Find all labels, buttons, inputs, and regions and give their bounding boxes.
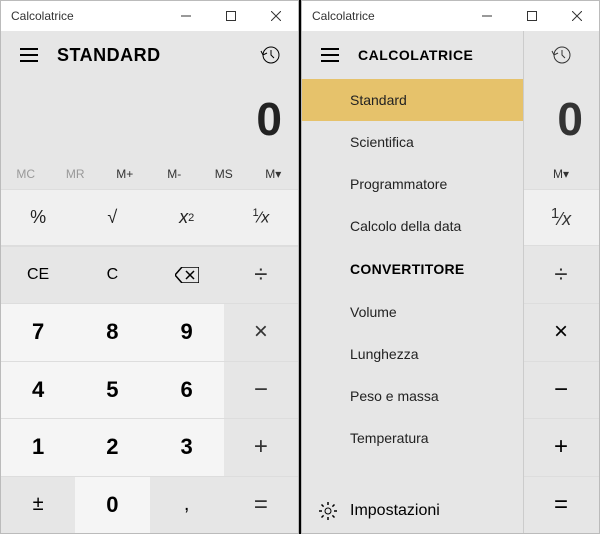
nav-header: CALCOLATRICE bbox=[302, 31, 523, 79]
key-7[interactable]: 7 bbox=[1, 303, 75, 361]
key-5[interactable]: 5 bbox=[75, 361, 149, 419]
sqrt-button[interactable]: √ bbox=[75, 190, 149, 245]
close-button[interactable] bbox=[554, 1, 599, 31]
decimal-button[interactable]: , bbox=[150, 476, 224, 534]
nav-panel: CALCOLATRICE Standard Scientifica Progra… bbox=[302, 31, 524, 533]
key-9[interactable]: 9 bbox=[150, 303, 224, 361]
negate-button[interactable]: ± bbox=[1, 476, 75, 534]
window-title: Calcolatrice bbox=[11, 9, 163, 23]
minus-button[interactable]: − bbox=[224, 361, 298, 419]
titlebar: Calcolatrice bbox=[1, 1, 298, 31]
key-3[interactable]: 3 bbox=[150, 418, 224, 476]
memory-add[interactable]: M+ bbox=[100, 159, 150, 189]
memory-store[interactable]: MS bbox=[199, 159, 249, 189]
memory-dropdown[interactable]: M▾ bbox=[249, 159, 299, 189]
key-4[interactable]: 4 bbox=[1, 361, 75, 419]
nav-item-standard[interactable]: Standard bbox=[302, 79, 523, 121]
memory-recall[interactable]: MR bbox=[51, 159, 101, 189]
multiply-button[interactable]: × bbox=[523, 303, 599, 361]
clear-entry-button[interactable]: CE bbox=[1, 246, 75, 303]
close-button[interactable] bbox=[253, 1, 298, 31]
percent-button[interactable]: % bbox=[1, 190, 75, 245]
memory-subtract[interactable]: M- bbox=[150, 159, 200, 189]
display: 0 bbox=[523, 79, 599, 159]
minus-button[interactable]: − bbox=[523, 361, 599, 419]
maximize-button[interactable] bbox=[208, 1, 253, 31]
plus-button[interactable]: + bbox=[523, 418, 599, 476]
equals-button[interactable]: = bbox=[224, 476, 298, 534]
header: STANDARD bbox=[1, 31, 298, 79]
function-row: % √ x2 1⁄x bbox=[1, 189, 298, 245]
divide-button[interactable]: ÷ bbox=[224, 246, 298, 303]
key-6[interactable]: 6 bbox=[150, 361, 224, 419]
maximize-button[interactable] bbox=[509, 1, 554, 31]
divide-button[interactable]: ÷ bbox=[523, 245, 599, 303]
key-8[interactable]: 8 bbox=[75, 303, 149, 361]
nav-item-length[interactable]: Lunghezza bbox=[302, 333, 523, 375]
nav-item-volume[interactable]: Volume bbox=[302, 291, 523, 333]
memory-row: MC MR M+ M- MS M▾ bbox=[1, 159, 298, 189]
key-2[interactable]: 2 bbox=[75, 418, 149, 476]
square-button[interactable]: x2 bbox=[150, 190, 224, 245]
history-icon[interactable] bbox=[523, 31, 599, 79]
nav-settings-label: Impostazioni bbox=[350, 502, 440, 520]
mode-title: STANDARD bbox=[57, 45, 250, 66]
keypad: 7 8 9 × 4 5 6 − 1 2 3 + ± 0 , = bbox=[1, 303, 298, 533]
nav-section-calculator: CALCOLATRICE bbox=[358, 47, 515, 63]
reciprocal-button[interactable]: 1⁄x bbox=[224, 190, 298, 245]
plus-button[interactable]: + bbox=[224, 418, 298, 476]
history-icon[interactable] bbox=[250, 35, 290, 75]
clear-row: CE C ÷ bbox=[1, 245, 298, 303]
multiply-button[interactable]: × bbox=[224, 303, 298, 361]
nav-item-programmer[interactable]: Programmatore bbox=[302, 163, 523, 205]
memory-dropdown[interactable]: M▾ bbox=[523, 159, 599, 189]
window-title: Calcolatrice bbox=[312, 9, 464, 23]
backspace-button[interactable] bbox=[150, 246, 224, 303]
display: 0 bbox=[1, 79, 298, 159]
reciprocal-button[interactable]: 1⁄x bbox=[523, 189, 599, 245]
clear-button[interactable]: C bbox=[75, 246, 149, 303]
gear-icon bbox=[318, 501, 338, 521]
titlebar: Calcolatrice bbox=[302, 1, 599, 31]
hamburger-icon[interactable] bbox=[310, 35, 350, 75]
equals-button[interactable]: = bbox=[523, 476, 599, 534]
nav-item-weight[interactable]: Peso e massa bbox=[302, 375, 523, 417]
key-1[interactable]: 1 bbox=[1, 418, 75, 476]
key-0[interactable]: 0 bbox=[75, 476, 149, 534]
memory-clear[interactable]: MC bbox=[1, 159, 51, 189]
minimize-button[interactable] bbox=[464, 1, 509, 31]
calculator-window-menu: Calcolatrice CALCOLATRICE Standard Scien… bbox=[301, 0, 600, 534]
nav-item-scientific[interactable]: Scientifica bbox=[302, 121, 523, 163]
nav-item-temperature[interactable]: Temperatura bbox=[302, 417, 523, 459]
right-column: 0 M▾ 1⁄x ÷ × − + = bbox=[523, 31, 599, 533]
minimize-button[interactable] bbox=[163, 1, 208, 31]
nav-settings[interactable]: Impostazioni bbox=[302, 489, 523, 533]
calculator-window-standard: Calcolatrice STANDARD 0 MC MR M+ M- MS M… bbox=[0, 0, 299, 534]
nav-section-converter: CONVERTITORE bbox=[302, 247, 523, 291]
hamburger-icon[interactable] bbox=[9, 35, 49, 75]
nav-item-date[interactable]: Calcolo della data bbox=[302, 205, 523, 247]
